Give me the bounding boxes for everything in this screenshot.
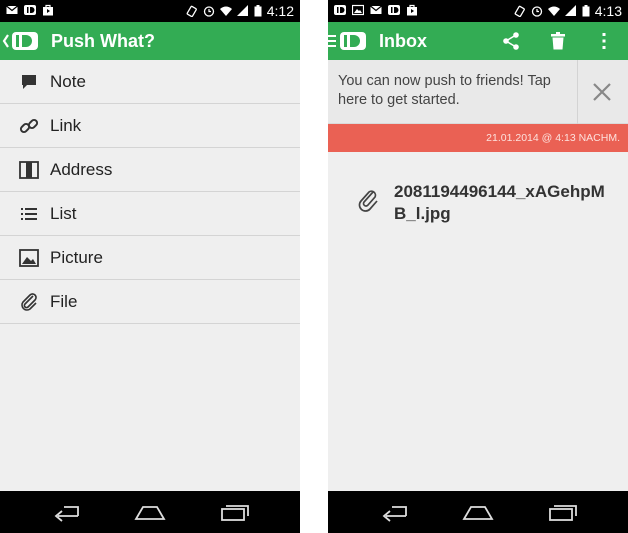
- signal-icon: [564, 5, 576, 16]
- back-icon[interactable]: [378, 501, 410, 523]
- recents-icon[interactable]: [218, 501, 250, 523]
- trash-icon[interactable]: [548, 31, 568, 51]
- inbox-screen: 4:13 Inbox You can now push to friends! …: [328, 0, 628, 533]
- note-icon: [22, 75, 36, 89]
- close-icon[interactable]: [590, 80, 614, 104]
- wifi-icon: [219, 6, 232, 16]
- pushbullet-icon: [388, 5, 400, 15]
- push-type-menu: Note Link Address List Picture File: [0, 60, 300, 324]
- date-strip: 21.01.2014 @ 4:13 NACHM.: [328, 124, 628, 152]
- menu-item-list[interactable]: List: [0, 192, 300, 236]
- file-icon: [21, 293, 37, 311]
- address-icon: [19, 161, 39, 179]
- menu-item-label: Link: [50, 116, 82, 135]
- menu-item-note[interactable]: Note: [0, 60, 300, 104]
- battery-icon: [254, 5, 262, 17]
- bag-icon: [407, 4, 417, 16]
- back-logo-button[interactable]: [2, 30, 40, 52]
- push-date: 21.01.2014 @ 4:13 NACHM.: [486, 132, 620, 144]
- status-time: 4:12: [266, 3, 294, 19]
- rotate-icon: [514, 5, 525, 17]
- gmail-icon: [370, 5, 382, 14]
- banner-text: You can now push to friends! Tap here to…: [338, 73, 551, 108]
- menu-item-file[interactable]: File: [0, 280, 300, 324]
- home-icon[interactable]: [462, 501, 494, 523]
- app-bar: Inbox: [328, 22, 628, 60]
- menu-item-label: File: [50, 292, 78, 311]
- image-icon: [352, 4, 364, 16]
- nav-bar: [328, 491, 628, 533]
- picture-icon: [19, 249, 39, 267]
- menu-item-label: Address: [50, 160, 113, 179]
- alarm-icon: [203, 6, 214, 17]
- pushbullet-icon: [24, 5, 36, 15]
- menu-item-address[interactable]: Address: [0, 148, 300, 192]
- push-what-screen: 4:12 Push What? Note Link Address List P…: [0, 0, 300, 533]
- wifi-icon: [547, 6, 560, 16]
- recents-icon[interactable]: [546, 501, 578, 523]
- list-icon: [21, 208, 37, 220]
- status-bar: 4:13: [328, 0, 628, 22]
- battery-icon: [582, 5, 590, 17]
- push-item[interactable]: 2081194496144_xAGehpMB_l.jpg: [328, 152, 628, 252]
- signal-icon: [236, 5, 248, 16]
- gmail-icon: [6, 5, 18, 14]
- status-time: 4:13: [594, 3, 622, 19]
- share-icon[interactable]: [501, 31, 521, 51]
- status-bar: 4:12: [0, 0, 300, 22]
- page-title: Push What?: [51, 31, 155, 51]
- nav-bar: [0, 491, 300, 533]
- banner-divider: [577, 60, 578, 124]
- overflow-menu-icon[interactable]: [594, 31, 614, 51]
- page-title: Inbox: [379, 31, 427, 51]
- alarm-icon: [531, 6, 542, 17]
- menu-item-picture[interactable]: Picture: [0, 236, 300, 280]
- app-bar: Push What?: [0, 22, 300, 60]
- menu-item-label: List: [50, 204, 77, 223]
- back-icon[interactable]: [50, 501, 82, 523]
- rotate-icon: [186, 5, 197, 17]
- pushbullet-icon: [334, 5, 346, 15]
- friends-banner[interactable]: You can now push to friends! Tap here to…: [328, 60, 628, 124]
- home-icon[interactable]: [134, 501, 166, 523]
- drawer-logo-button[interactable]: [328, 30, 368, 52]
- menu-item-label: Note: [50, 72, 86, 91]
- link-icon: [19, 118, 39, 134]
- push-file-name: 2081194496144_xAGehpMB_l.jpg: [394, 182, 605, 223]
- bag-icon: [43, 4, 53, 16]
- paperclip-icon: [358, 190, 378, 212]
- menu-item-link[interactable]: Link: [0, 104, 300, 148]
- menu-item-label: Picture: [50, 248, 103, 267]
